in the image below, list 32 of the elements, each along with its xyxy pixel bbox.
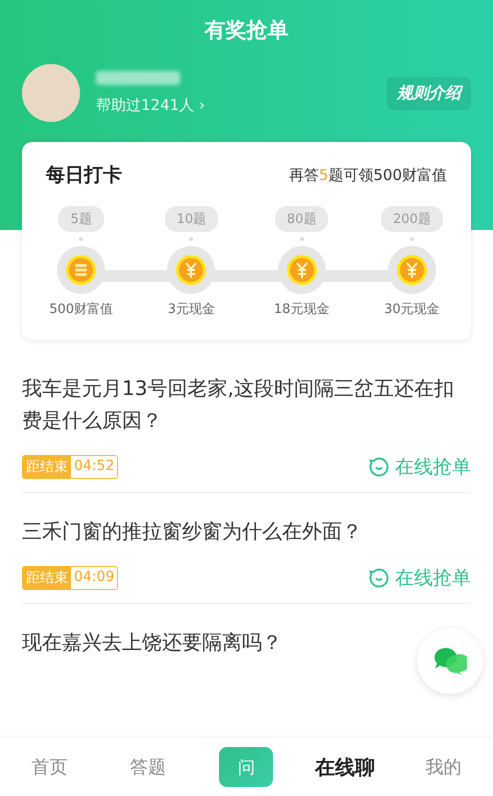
smile-icon (369, 568, 389, 588)
coins-icon (65, 254, 98, 286)
reward-label: 30元现金 (384, 301, 440, 318)
milestone-tag: 200题 (380, 206, 443, 232)
smile-icon (369, 457, 389, 477)
rules-button[interactable]: 规则介绍 (387, 76, 471, 110)
progress-text: 再答5题可领500财富值 (288, 166, 447, 184)
reward-label: 500财富值 (49, 301, 114, 318)
milestone-tag: 80题 (274, 206, 328, 232)
grab-order-button[interactable]: 在线抢单 (369, 454, 471, 480)
tab[interactable]: 我的 (422, 751, 466, 783)
countdown-tag: 距结束 04:09 (22, 566, 118, 590)
milestone-tag: 5题 (58, 206, 104, 232)
question-text[interactable]: 我车是元月13号回老家,这段时间隔三岔五还在扣费是什么原因？ (22, 372, 471, 436)
grab-order-button[interactable]: 在线抢单 (369, 565, 471, 591)
question-text[interactable]: 三禾门窗的推拉窗纱窗为什么在外面？ (22, 515, 362, 547)
reward-label: 3元现金 (168, 301, 216, 318)
yuan-coin-icon (396, 254, 428, 286)
ask-button[interactable]: 问 (219, 747, 274, 787)
milestone-tag: 10题 (164, 206, 218, 232)
tab[interactable]: 答题 (126, 751, 170, 783)
countdown-tag: 距结束 04:52 (22, 455, 118, 479)
helped-count-link[interactable]: 帮助过1241人 › (96, 96, 205, 114)
question-text[interactable]: 现在嘉兴去上饶还要隔离吗？ (22, 626, 282, 658)
yuan-coin-icon (175, 254, 208, 286)
card-title: 每日打卡 (46, 163, 122, 188)
chat-bubbles-icon[interactable] (433, 646, 467, 676)
reward-label: 18元现金 (274, 301, 330, 318)
tab[interactable]: 首页 (27, 751, 72, 783)
yuan-coin-icon (286, 254, 318, 286)
page-title: 有奖抢单 (203, 17, 290, 44)
tab[interactable]: 在线聊 (311, 750, 380, 784)
